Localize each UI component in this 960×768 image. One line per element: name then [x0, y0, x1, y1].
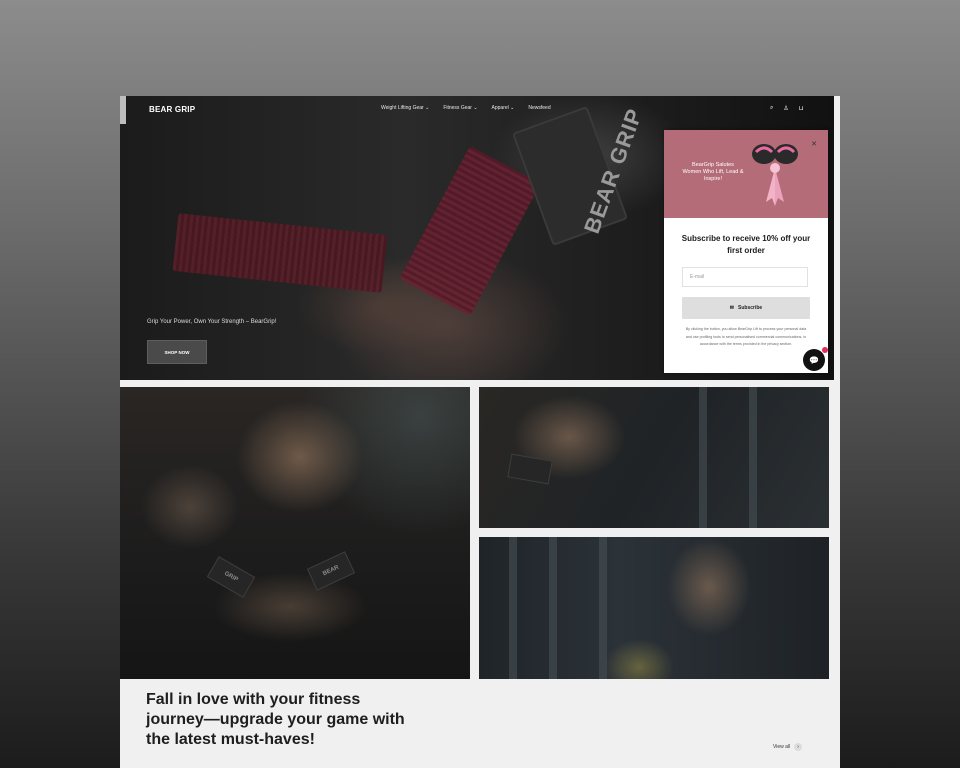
wrist-strap-image: GRIP	[206, 556, 256, 598]
arrow-right-icon: ›	[794, 743, 803, 751]
close-icon[interactable]: ✕	[811, 140, 817, 148]
wrist-strap-image	[507, 453, 553, 485]
page-edge	[120, 96, 126, 124]
main-nav: Weight Lifting Gear ⌄ Fitness Gear ⌄ App…	[381, 105, 551, 111]
hero-red-strap	[172, 213, 388, 293]
subscribe-label: Subscribe	[738, 305, 763, 311]
gym-rack	[549, 537, 557, 679]
collection-heading: Fall in love with your fitness journey—u…	[146, 691, 405, 748]
search-icon[interactable]: ⌕	[770, 105, 773, 112]
chat-notification-dot	[822, 347, 828, 353]
popup-heading: Subscribe to receive 10% off your first …	[681, 234, 811, 255]
gym-rack	[749, 387, 757, 528]
nav-item-fitness-gear[interactable]: Fitness Gear ⌄	[443, 105, 477, 111]
cart-icon[interactable]: ⊔	[799, 105, 804, 112]
subscribe-button[interactable]: ✉ Subscribe	[682, 297, 810, 319]
view-all-label: View all	[773, 744, 791, 750]
athlete-photo-bottom-right[interactable]	[479, 537, 829, 679]
gym-rack	[699, 387, 707, 528]
shop-now-button[interactable]: SHOP NOW	[147, 340, 207, 364]
gloves-image	[752, 144, 798, 206]
popup-legal-text: By clicking the button, you allow BearGr…	[685, 327, 807, 346]
account-icon[interactable]: ♙	[783, 105, 788, 112]
gym-rack	[509, 537, 517, 679]
athlete-photo-large[interactable]: BEAR GRIP	[120, 387, 470, 679]
email-field[interactable]: E-mail	[682, 267, 808, 287]
chat-icon[interactable]: 💬	[803, 349, 825, 371]
popup-banner-text: BearGrip Salutes Women Who Lift, Lead & …	[682, 162, 744, 182]
storefront-page: BEAR GRIP BEAR GRIP Weight Lifting Gear …	[120, 96, 840, 768]
mail-icon: ✉	[729, 305, 734, 311]
hero-tagline: Grip Your Power, Own Your Strength – Bea…	[147, 319, 277, 325]
view-all-link[interactable]: View all ›	[773, 743, 803, 751]
nav-item-weight-lifting[interactable]: Weight Lifting Gear ⌄	[381, 105, 429, 111]
athlete-photo-top-right[interactable]	[479, 387, 829, 528]
gym-rack	[599, 537, 607, 679]
wrist-strap-image: BEAR	[306, 551, 356, 591]
header-icons: ⌕ ♙ ⊔	[770, 105, 803, 112]
popup-banner: BearGrip Salutes Women Who Lift, Lead & …	[664, 130, 828, 218]
nav-item-apparel[interactable]: Apparel ⌄	[492, 105, 515, 111]
nav-item-newsfeed[interactable]: Newsfeed	[528, 105, 550, 111]
hero-red-strap	[399, 146, 541, 316]
brand-logo[interactable]: BEAR GRIP	[149, 105, 195, 114]
subscribe-popup: BearGrip Salutes Women Who Lift, Lead & …	[664, 130, 828, 373]
